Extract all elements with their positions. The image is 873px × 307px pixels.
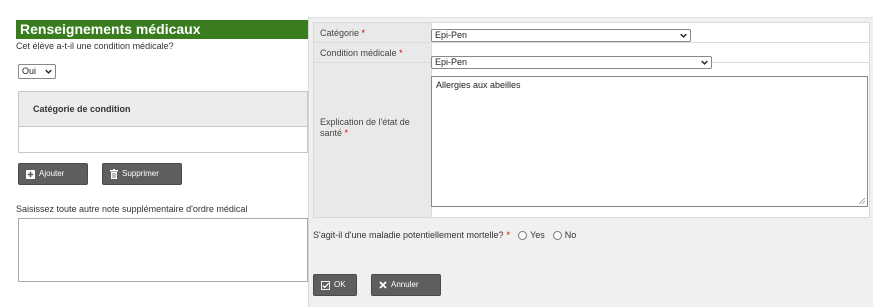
condition-category-header: Catégorie de condition [19, 92, 307, 127]
chevron-down-icon [680, 33, 687, 38]
add-button-label: Ajouter [39, 169, 65, 178]
condition-table: Catégorie de condition [18, 91, 308, 153]
delete-button-label: Supprimer [122, 169, 159, 178]
plus-icon [26, 169, 35, 179]
health-explanation-input[interactable]: Allergies aux abeilles [431, 76, 868, 207]
medical-condition-value: Epi-Pen [435, 57, 468, 67]
required-marker: * [506, 230, 511, 240]
delete-button[interactable]: Supprimer [102, 163, 182, 185]
radio-yes-label: Yes [530, 230, 545, 240]
add-button[interactable]: Ajouter [18, 163, 88, 185]
condition-dialog: Catégorie * Condition médicale * Explica… [308, 17, 873, 307]
cancel-button[interactable]: Annuler [371, 274, 441, 296]
resize-grip-icon[interactable] [858, 197, 866, 205]
category-label: Catégorie * [320, 28, 366, 38]
section-title: Renseignements médicaux [16, 20, 316, 39]
medical-condition-select[interactable]: Epi-Pen [431, 56, 712, 69]
radio-no-label: No [564, 230, 577, 240]
ok-button-label: OK [334, 280, 346, 289]
required-marker: * [361, 28, 366, 38]
close-icon [379, 281, 387, 289]
has-condition-select[interactable]: Oui [18, 64, 56, 79]
trash-icon [110, 169, 118, 179]
health-explanation-label: Explication de l'état de santé * [320, 117, 410, 138]
category-select[interactable]: Epi-Pen [431, 29, 691, 42]
medical-condition-label: Condition médicale * [320, 48, 403, 58]
ok-button[interactable]: OK [313, 274, 357, 296]
condition-question: Cet élève a-t-il une condition médicale? [16, 41, 174, 51]
chevron-down-icon [45, 69, 52, 74]
checkbox-check-icon [321, 280, 330, 290]
life-threatening-question: S'agit-il d'une maladie potentiellement … [313, 230, 504, 240]
cancel-button-label: Annuler [391, 280, 419, 289]
health-explanation-value: Allergies aux abeilles [436, 80, 521, 90]
medical-note-input[interactable] [18, 218, 308, 282]
radio-yes[interactable] [518, 230, 528, 240]
required-marker: * [344, 128, 349, 138]
life-threatening-row: S'agit-il d'une maladie potentiellement … [313, 230, 576, 240]
has-condition-value: Oui [22, 66, 37, 76]
row-divider [314, 42, 869, 43]
radio-no[interactable] [552, 230, 562, 240]
medical-note-label: Saisissez toute autre note supplémentair… [16, 204, 248, 214]
medical-info-panel: Renseignements médicaux Cet élève a-t-il… [0, 0, 316, 307]
chevron-down-icon [701, 60, 708, 65]
category-value: Epi-Pen [435, 30, 468, 40]
required-marker: * [399, 48, 403, 58]
